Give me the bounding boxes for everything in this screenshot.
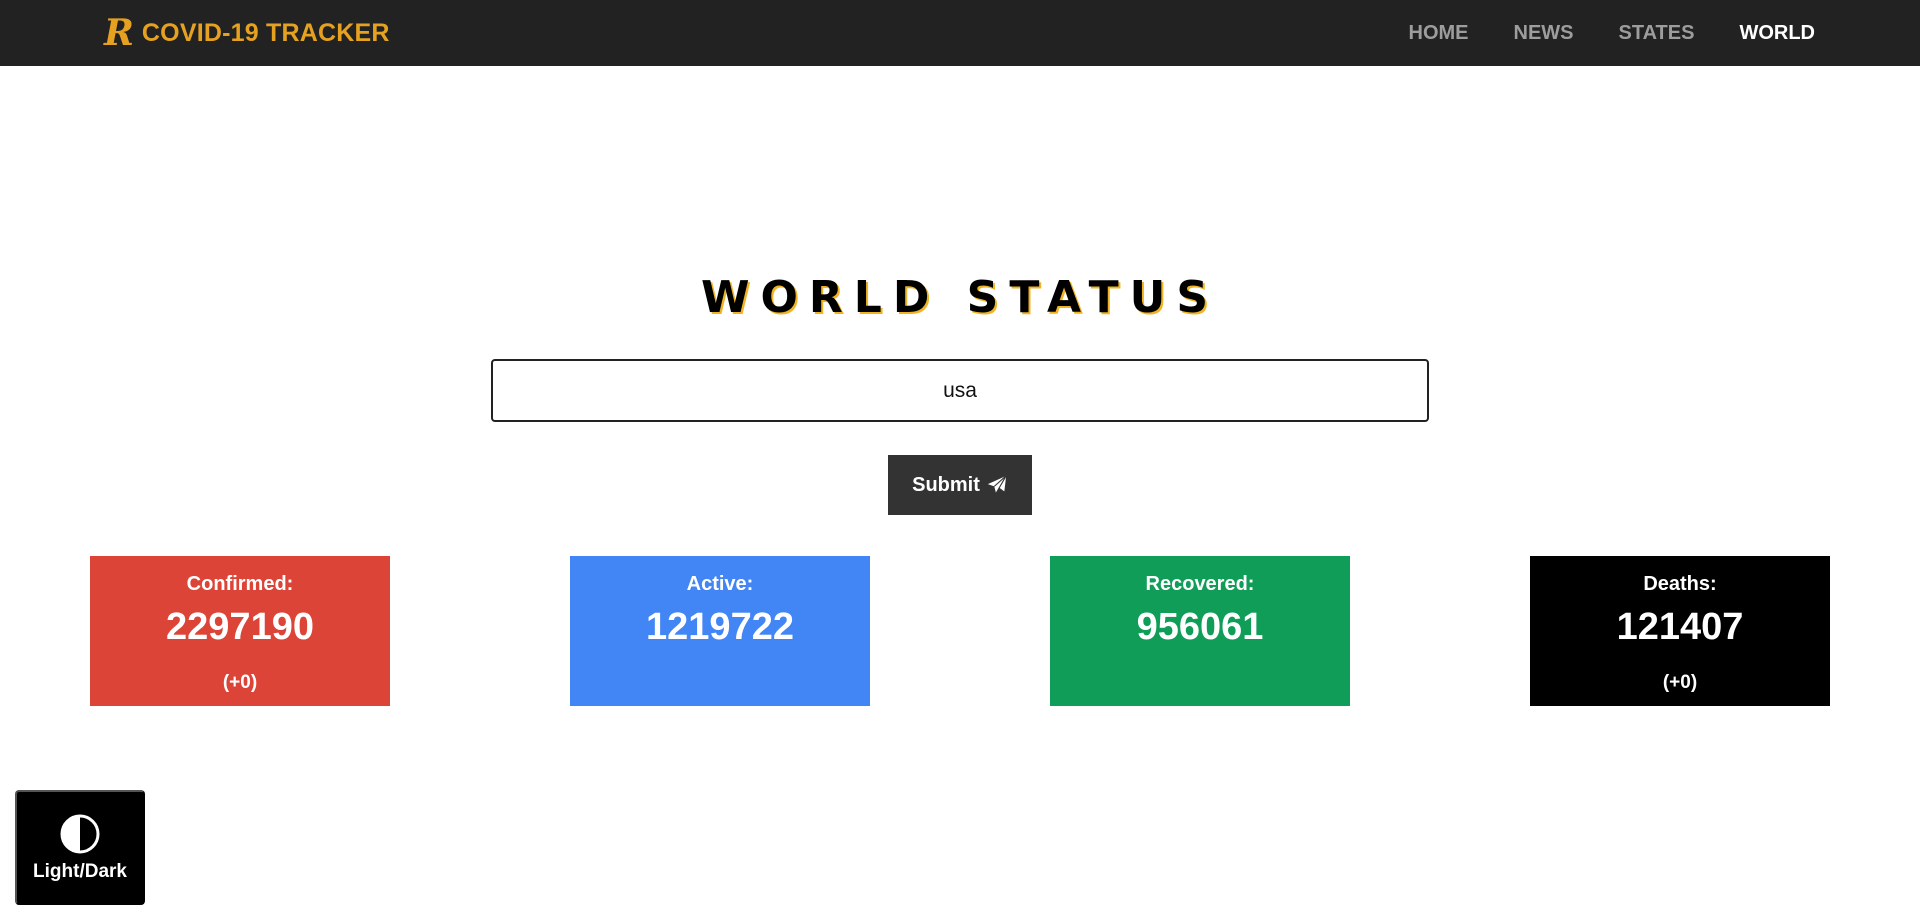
theme-toggle-button[interactable]: Light/Dark xyxy=(15,790,145,905)
card-delta: (+0) xyxy=(1662,672,1698,693)
card-value: 2297190 xyxy=(166,606,314,648)
card-delta: (+0) xyxy=(222,672,258,693)
card-label: Confirmed: xyxy=(186,573,294,595)
brand-title: COVID-19 TRACKER xyxy=(141,18,390,47)
card-label: Active: xyxy=(686,573,754,595)
navbar: R COVID-19 TRACKER HOME NEWS STATES WORL… xyxy=(0,0,1920,66)
card-value: 1219722 xyxy=(646,606,794,648)
paper-plane-icon xyxy=(987,475,1007,494)
card-label: Recovered: xyxy=(1145,573,1255,595)
nav-home[interactable]: HOME xyxy=(1409,22,1469,45)
deaths-card: Deaths: 121407 (+0) xyxy=(1530,556,1830,706)
contrast-icon xyxy=(60,814,100,853)
recovered-card: Recovered: 956061 xyxy=(1050,556,1350,706)
card-value: 956061 xyxy=(1136,606,1264,648)
nav-states[interactable]: STATES xyxy=(1619,22,1695,45)
nav-menu: HOME NEWS STATES WORLD xyxy=(1364,0,1815,66)
confirmed-card: Confirmed: 2297190 (+0) xyxy=(90,556,390,706)
brand-link[interactable]: R COVID-19 TRACKER xyxy=(104,10,390,56)
nav-world[interactable]: WORLD xyxy=(1739,22,1815,45)
submit-label: Submit xyxy=(912,473,980,496)
card-label: Deaths: xyxy=(1643,573,1717,595)
submit-button[interactable]: Submit xyxy=(888,455,1032,515)
theme-toggle-label: Light/Dark xyxy=(33,860,127,882)
brand-logo: R xyxy=(104,12,134,54)
nav-news[interactable]: NEWS xyxy=(1514,22,1574,45)
active-card: Active: 1219722 xyxy=(570,556,870,706)
card-value: 121407 xyxy=(1616,606,1744,648)
page-title: WORLD STATUS xyxy=(700,272,1220,323)
country-search-input[interactable] xyxy=(491,359,1429,422)
